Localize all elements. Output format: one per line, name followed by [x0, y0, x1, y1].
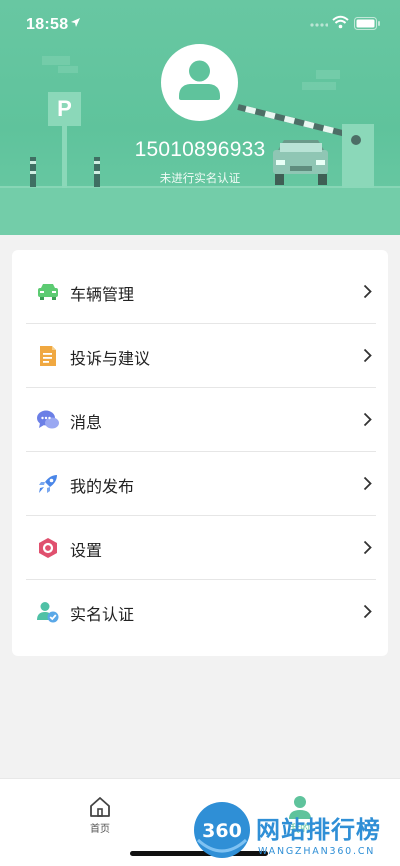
menu-item-label: 车辆管理 — [70, 285, 135, 304]
tab-home[interactable]: 首页 — [72, 787, 128, 835]
menu-item-vehicle-management[interactable]: 车辆管理 — [12, 260, 388, 324]
watermark-logo-text: 360 — [202, 820, 242, 842]
status-time: 18:58 — [26, 16, 69, 33]
watermark-title: 网站排行榜 — [256, 816, 381, 844]
menu-item-label: 设置 — [70, 541, 103, 560]
location-arrow-icon — [71, 18, 80, 27]
watermark-subtitle: WANGZHAN360.CN — [258, 846, 376, 857]
chevron-right-icon — [363, 284, 372, 299]
menu-item-complaints-suggestions[interactable]: 投诉与建议 — [12, 324, 388, 388]
chevron-right-icon — [363, 348, 372, 363]
status-bar: 18:58 — [0, 0, 400, 48]
tab-home-label: 首页 — [90, 824, 110, 835]
document-edit-icon — [40, 346, 56, 366]
chevron-right-icon — [363, 604, 372, 619]
user-verify-icon — [37, 602, 59, 623]
wifi-icon — [332, 15, 349, 29]
menu-item-real-name-verification[interactable]: 实名认证 — [12, 580, 388, 644]
menu-item-label: 实名认证 — [70, 605, 135, 624]
battery-icon — [354, 17, 380, 30]
parking-sign: P — [48, 92, 81, 126]
user-avatar-icon — [179, 60, 220, 100]
chat-bubbles-icon — [37, 410, 59, 429]
avatar[interactable] — [161, 44, 238, 121]
menu-item-label: 消息 — [70, 413, 103, 432]
chevron-right-icon — [363, 540, 372, 555]
cellular-signal-icon — [310, 23, 328, 27]
profile-menu: 车辆管理 投诉与建议 消息 我的发布 设置 实名认证 — [12, 250, 388, 656]
rocket-icon — [39, 475, 57, 493]
profile-header: P 18:58 15010896933 未进行实名认证 — [0, 0, 400, 235]
chevron-right-icon — [363, 412, 372, 427]
verification-status: 未进行实名认证 — [159, 171, 241, 185]
user-phone-number: 15010896933 — [134, 138, 266, 161]
menu-item-settings[interactable]: 设置 — [12, 516, 388, 580]
menu-item-label: 我的发布 — [70, 477, 135, 496]
settings-hexagon-icon — [39, 538, 57, 558]
menu-item-label: 投诉与建议 — [70, 349, 151, 368]
menu-item-my-posts[interactable]: 我的发布 — [12, 452, 388, 516]
watermark-360-logo: 360 — [194, 802, 250, 858]
car-icon — [38, 284, 58, 300]
home-icon — [90, 797, 110, 817]
chevron-right-icon — [363, 476, 372, 491]
menu-item-messages[interactable]: 消息 — [12, 388, 388, 452]
